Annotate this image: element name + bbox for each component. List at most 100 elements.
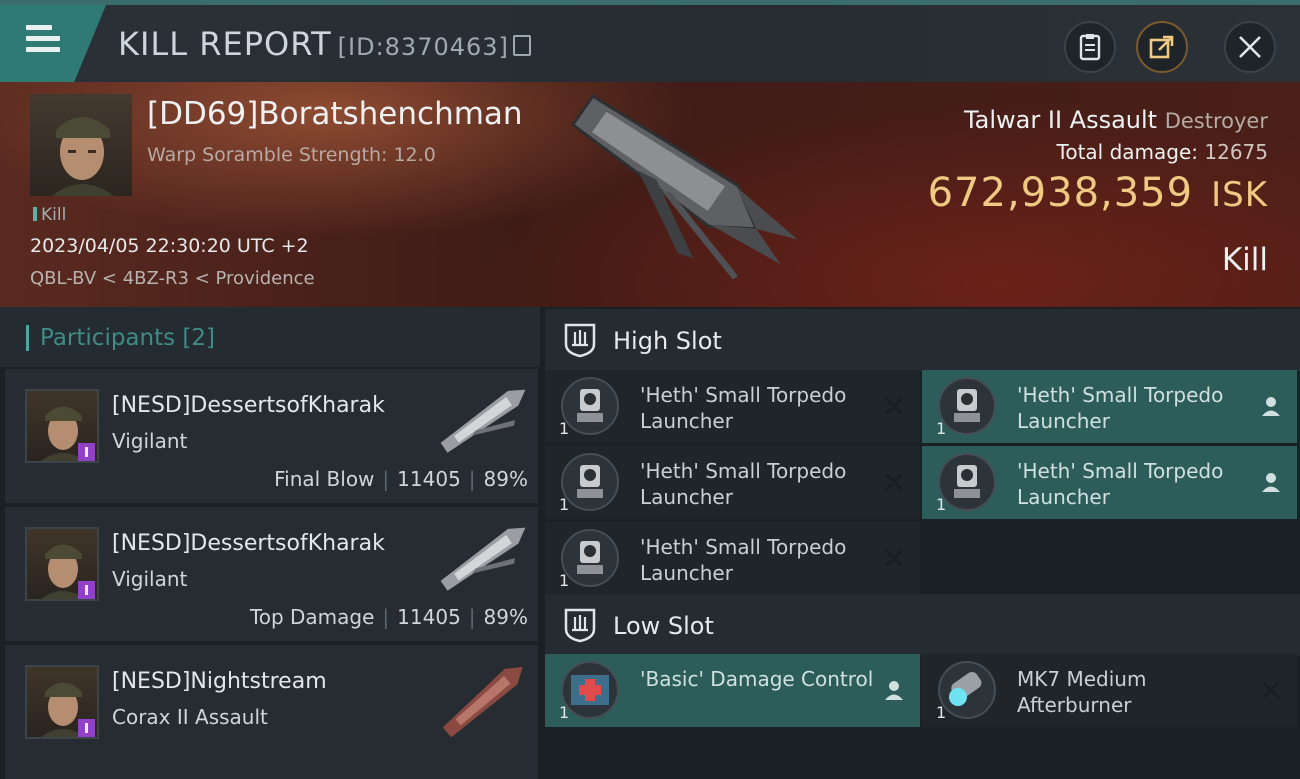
person-icon bbox=[885, 681, 903, 700]
avatar[interactable] bbox=[25, 527, 99, 601]
participant-damage: 11405 bbox=[397, 605, 461, 629]
isk-value: 672,938,359 ISK bbox=[928, 170, 1268, 216]
module-slot-dropped[interactable]: 1 'Heth' Small Torpedo Launcher bbox=[922, 370, 1297, 443]
torpedo-launcher-icon bbox=[938, 377, 996, 435]
victim-avatar[interactable] bbox=[30, 94, 132, 196]
torpedo-launcher-icon bbox=[938, 453, 996, 511]
corp-badge-icon bbox=[78, 719, 95, 737]
ship-class: Destroyer bbox=[1164, 109, 1268, 133]
participant-stats: Top Damage | 11405 | 89% bbox=[249, 605, 528, 629]
torpedo-launcher-icon bbox=[561, 453, 619, 511]
high-slot-title: High Slot bbox=[613, 327, 722, 355]
result-label: Kill bbox=[1221, 242, 1268, 278]
kill-location[interactable]: QBL-BV < 4BZ-R3 < Providence bbox=[30, 268, 315, 289]
destroyed-icon bbox=[885, 397, 903, 415]
participant-name: [NESD]DessertsofKharak bbox=[112, 531, 385, 556]
module-name: 'Heth' Small Torpedo Launcher bbox=[640, 383, 847, 433]
avatar[interactable] bbox=[25, 389, 99, 463]
total-damage: Total damage: 12675 bbox=[1057, 140, 1268, 164]
module-name: 'Basic' Damage Control bbox=[640, 667, 874, 691]
high-slot-header: High Slot bbox=[545, 309, 1300, 371]
destroyed-icon bbox=[885, 549, 903, 567]
module-slot-destroyed[interactable]: 1 'Heth' Small Torpedo Launcher bbox=[545, 522, 920, 595]
share-icon bbox=[1149, 35, 1174, 59]
module-slot-dropped[interactable]: 1 'Heth' Small Torpedo Launcher bbox=[922, 446, 1297, 519]
participant-percent: 89% bbox=[483, 467, 528, 491]
kill-marker-icon bbox=[33, 207, 37, 221]
person-icon bbox=[1262, 397, 1280, 416]
module-quantity: 1 bbox=[936, 703, 947, 722]
corp-badge-icon bbox=[78, 581, 95, 599]
participant-card[interactable]: [NESD]DessertsofKharak Vigilant Top Dama… bbox=[5, 507, 538, 641]
menu-button[interactable] bbox=[0, 5, 106, 82]
copy-id-icon[interactable] bbox=[512, 35, 531, 56]
module-slot-dropped[interactable]: 1 'Basic' Damage Control bbox=[545, 654, 920, 727]
participant-card[interactable]: [NESD]DessertsofKharak Vigilant Final Bl… bbox=[5, 369, 538, 503]
kill-label: Kill bbox=[41, 205, 67, 225]
participants-accent bbox=[26, 325, 29, 351]
module-name: 'Heth' Small Torpedo Launcher bbox=[640, 459, 847, 509]
kill-tag: Kill bbox=[33, 205, 66, 225]
torpedo-launcher-icon bbox=[561, 377, 619, 435]
participants-title: Participants [2] bbox=[40, 325, 215, 351]
participant-role: Top Damage bbox=[249, 605, 375, 629]
clipboard-icon bbox=[1079, 34, 1101, 61]
module-quantity: 1 bbox=[559, 419, 570, 438]
low-slot-header: Low Slot bbox=[545, 594, 1300, 656]
module-name: 'Heth' Small Torpedo Launcher bbox=[640, 535, 847, 585]
destroyed-icon bbox=[1262, 681, 1280, 699]
participant-ship: Corax II Assault bbox=[112, 705, 268, 729]
participant-damage: 11405 bbox=[397, 467, 461, 491]
avatar[interactable] bbox=[25, 665, 99, 739]
share-button[interactable] bbox=[1136, 21, 1188, 73]
total-damage-label: Total damage: bbox=[1056, 140, 1199, 164]
participant-name: [NESD]Nightstream bbox=[112, 669, 327, 694]
report-id: [ID:8370463] bbox=[337, 33, 509, 61]
low-slot-title: Low Slot bbox=[613, 612, 714, 640]
torpedo-launcher-icon bbox=[561, 529, 619, 587]
clipboard-button[interactable] bbox=[1064, 21, 1116, 73]
module-quantity: 1 bbox=[559, 495, 570, 514]
warp-scramble-strength: Warp Soramble Strength: 12.0 bbox=[147, 144, 436, 166]
person-icon bbox=[1262, 473, 1280, 492]
participant-ship-icon bbox=[440, 389, 526, 453]
corp-badge-icon bbox=[78, 443, 95, 461]
menu-icon bbox=[26, 25, 60, 58]
kill-datetime: 2023/04/05 22:30:20 UTC +2 bbox=[30, 235, 309, 257]
close-button[interactable] bbox=[1224, 21, 1276, 73]
module-quantity: 1 bbox=[559, 571, 570, 590]
module-slot-destroyed[interactable]: 1 'Heth' Small Torpedo Launcher bbox=[545, 446, 920, 519]
module-slot-destroyed[interactable]: 1 MK7 Medium Afterburner bbox=[922, 654, 1297, 727]
afterburner-icon bbox=[938, 661, 996, 719]
top-bar: KILL REPORT [ID:8370463] bbox=[0, 0, 1300, 82]
title-text: KILL REPORT bbox=[118, 25, 332, 63]
close-icon bbox=[1239, 36, 1261, 58]
participant-ship: Vigilant bbox=[112, 567, 188, 591]
pilot-portrait-icon bbox=[52, 117, 114, 196]
isk-unit: ISK bbox=[1211, 175, 1268, 215]
participant-role: Final Blow bbox=[274, 467, 375, 491]
victim-panel: [DD69]Boratshenchman Warp Soramble Stren… bbox=[0, 82, 1300, 307]
module-quantity: 1 bbox=[559, 703, 570, 722]
participants-header[interactable]: Participants [2] bbox=[0, 307, 540, 367]
participant-ship: Vigilant bbox=[112, 429, 188, 453]
module-name: 'Heth' Small Torpedo Launcher bbox=[1017, 383, 1224, 433]
participant-card[interactable]: [NESD]Nightstream Corax II Assault bbox=[5, 645, 538, 779]
ship-name: Talwar II Assault bbox=[963, 106, 1158, 134]
high-slot-icon bbox=[564, 323, 596, 358]
low-slot-icon bbox=[564, 608, 596, 643]
module-quantity: 1 bbox=[936, 495, 947, 514]
participant-name: [NESD]DessertsofKharak bbox=[112, 393, 385, 418]
total-damage-value: 12675 bbox=[1204, 140, 1268, 164]
page-title: KILL REPORT [ID:8370463] bbox=[118, 25, 531, 63]
participant-percent: 89% bbox=[483, 605, 528, 629]
participant-ship-icon bbox=[440, 527, 526, 591]
participant-stats: Final Blow | 11405 | 89% bbox=[274, 467, 528, 491]
victim-name[interactable]: [DD69]Boratshenchman bbox=[147, 96, 523, 132]
module-quantity: 1 bbox=[936, 419, 947, 438]
damage-control-icon bbox=[561, 661, 619, 719]
victim-ship[interactable]: Talwar II Assault Destroyer bbox=[964, 106, 1268, 134]
victim-ship-icon bbox=[570, 94, 798, 280]
module-slot-destroyed[interactable]: 1 'Heth' Small Torpedo Launcher bbox=[545, 370, 920, 443]
isk-amount: 672,938,359 bbox=[927, 170, 1194, 216]
